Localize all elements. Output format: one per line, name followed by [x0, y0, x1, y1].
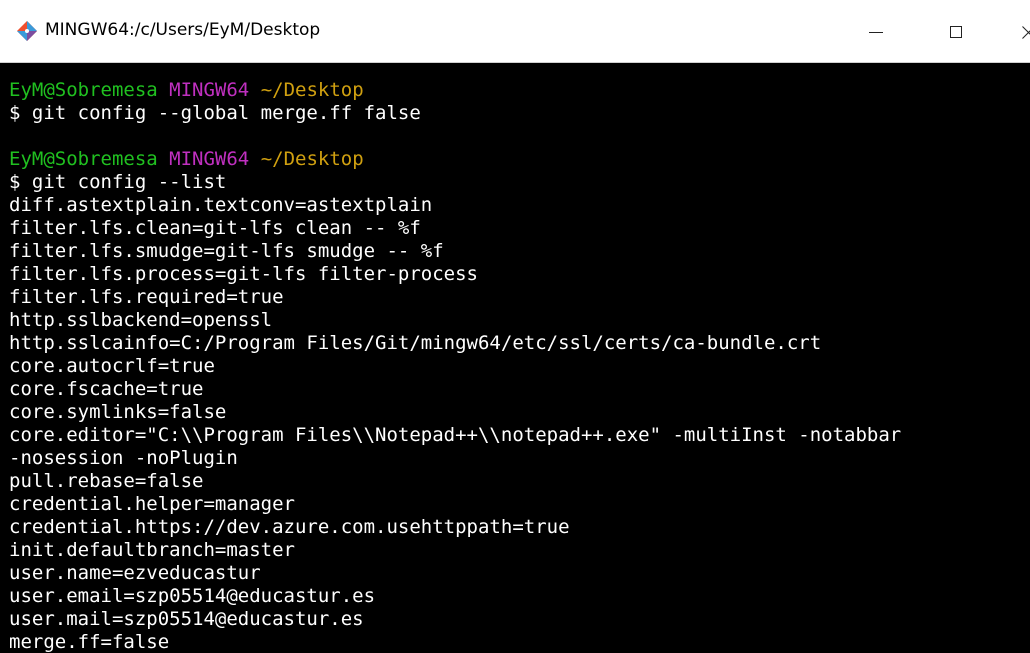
output-line: pull.rebase=false [9, 470, 204, 492]
terminal-output[interactable]: EyM@Sobremesa MINGW64 ~/Desktop $ git co… [0, 79, 1030, 653]
command-line: $ git config --list [9, 171, 227, 193]
prompt-line: EyM@Sobremesa MINGW64 ~/Desktop [9, 79, 1030, 102]
output-line: core.editor="C:\\Program Files\\Notepad+… [9, 424, 902, 446]
output-line: user.email=szp05514@educastur.es [9, 585, 376, 607]
output-line: core.autocrlf=true [9, 355, 215, 377]
output-line: http.sslcainfo=C:/Program Files/Git/ming… [9, 332, 822, 354]
minimize-button[interactable] [846, 0, 906, 63]
close-button[interactable] [1006, 0, 1030, 63]
minimize-icon [869, 32, 883, 33]
window-title: MINGW64:/c/Users/EyM/Desktop [45, 20, 321, 40]
output-line: user.name=ezveducastur [9, 562, 261, 584]
output-line: diff.astextplain.textconv=astextplain [9, 194, 433, 216]
prompt-dir: ~/Desktop [260, 79, 364, 101]
prompt-user: EyM@Sobremesa [9, 79, 158, 101]
output-line: credential.https://dev.azure.com.usehttp… [9, 516, 570, 538]
prompt-dir: ~/Desktop [260, 148, 364, 170]
prompt-system: MINGW64 [169, 79, 250, 101]
title-bar[interactable]: MINGW64:/c/Users/EyM/Desktop [0, 0, 1030, 63]
terminal-window: MINGW64:/c/Users/EyM/Desktop EyM@Sobreme… [0, 0, 1030, 653]
git-bash-icon [17, 21, 37, 41]
output-line: -nosession -noPlugin [9, 447, 238, 469]
output-line: core.fscache=true [9, 378, 204, 400]
maximize-icon [950, 25, 962, 38]
prompt-user: EyM@Sobremesa [9, 148, 158, 170]
output-line: http.sslbackend=openssl [9, 309, 273, 331]
maximize-button[interactable] [926, 0, 986, 63]
output-line: init.defaultbranch=master [9, 539, 295, 561]
output-line: merge.ff=false [9, 631, 170, 653]
close-icon [1022, 25, 1030, 39]
output-line: user.mail=szp05514@educastur.es [9, 608, 364, 630]
output-line: filter.lfs.smudge=git-lfs smudge -- %f [9, 240, 444, 262]
output-line: filter.lfs.required=true [9, 286, 284, 308]
output-line: filter.lfs.process=git-lfs filter-proces… [9, 263, 478, 285]
prompt-system: MINGW64 [169, 148, 250, 170]
prompt-line: EyM@Sobremesa MINGW64 ~/Desktop [9, 148, 1030, 171]
output-line: core.symlinks=false [9, 401, 227, 423]
output-line: credential.helper=manager [9, 493, 295, 515]
command-line: $ git config --global merge.ff false [9, 102, 421, 124]
output-line: filter.lfs.clean=git-lfs clean -- %f [9, 217, 421, 239]
